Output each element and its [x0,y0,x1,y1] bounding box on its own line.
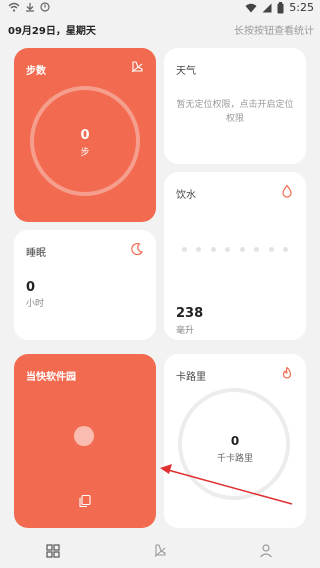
water-dot [210,247,216,252]
status-bar: 5:25 [0,0,320,16]
wifi-icon [8,2,20,12]
weather-card[interactable]: 天气 暂无定位权限，点击开启定位权限 [164,48,306,164]
calories-value: 0 [230,434,240,448]
battery-icon [277,1,284,13]
weather-message: 暂无定位权限，点击开启定位权限 [176,100,294,124]
water-dot [239,247,245,252]
sleep-title: 睡眠 [26,248,46,259]
water-dot [225,247,231,252]
water-card[interactable]: 饮水 238 毫升 [164,172,306,340]
app-card[interactable]: 当快软件园 [14,354,156,528]
app-center-dot [74,426,94,446]
water-dot [254,247,260,252]
shoe-icon [131,61,143,73]
shoe-icon[interactable] [152,543,168,559]
water-value: 238 [176,306,204,321]
date-label: 09月29日，星期天 [8,26,96,37]
weather-title: 天气 [176,66,196,77]
sleep-unit: 小时 [26,299,45,309]
grid-icon[interactable] [45,543,61,559]
steps-title: 步数 [26,66,46,77]
calories-title: 卡路里 [176,372,206,383]
steps-unit: 步 [80,148,90,158]
download-icon [26,3,34,12]
bottom-nav [0,534,320,568]
notification-icon [40,2,50,12]
water-drop-icon [282,184,292,198]
signal-icon [262,3,272,12]
wifi-signal-icon [245,3,257,12]
sleep-card[interactable]: 睡眠 0 小时 [14,230,156,340]
water-unit: 毫升 [176,326,195,336]
water-dot [182,247,187,252]
person-icon[interactable] [258,543,274,559]
sleep-value: 0 [26,280,36,295]
hint-label: 长按按钮查看统计 [234,26,314,37]
date-header: 09月29日，星期天 长按按钮查看统计 [0,18,320,40]
water-dots [182,247,288,252]
copy-icon[interactable] [78,494,92,508]
flame-icon [282,366,292,379]
water-dot [268,247,274,252]
steps-card[interactable]: 步数 0 步 [14,48,156,222]
water-dot [196,247,202,252]
app-title: 当快软件园 [26,372,76,383]
calories-unit: 千卡路里 [216,454,253,464]
steps-value: 0 [80,128,90,143]
water-title: 饮水 [176,190,196,201]
calories-card[interactable]: 卡路里 0 千卡路里 [164,354,306,528]
water-dot [282,247,288,252]
moon-icon [131,242,144,256]
status-time: 5:25 [289,1,314,14]
